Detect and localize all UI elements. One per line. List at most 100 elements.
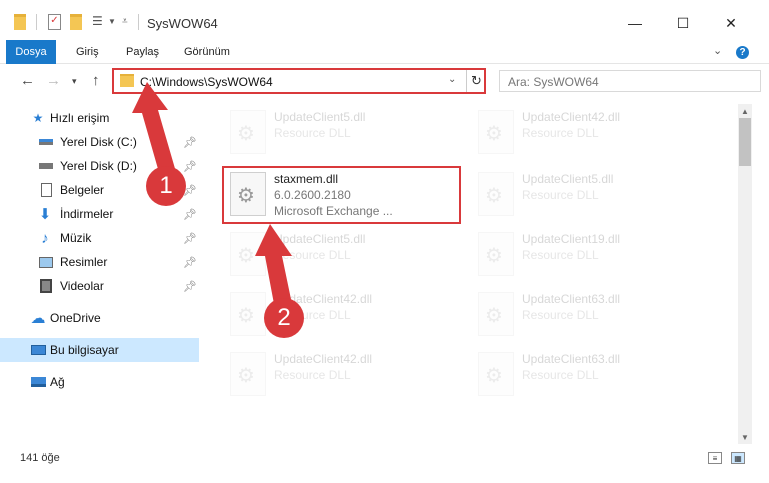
recent-locations-icon[interactable]: ▾	[72, 76, 77, 87]
file-description: Resource DLL	[522, 308, 599, 322]
forward-arrow-icon[interactable]: →	[46, 72, 61, 89]
dll-file-icon: ⚙	[478, 232, 514, 276]
step-2-badge: 2	[264, 298, 304, 338]
drive-icon	[38, 159, 54, 173]
sidebar-item-label: Bu bilgisayar	[50, 343, 119, 357]
file-item[interactable]: ⚙ UpdateClient42.dll Resource DLL	[474, 106, 704, 160]
file-list: ⚙ UpdateClient5.dll Resource DLL ⚙ Updat…	[204, 104, 738, 444]
view-icon[interactable]: ☰	[92, 14, 106, 30]
properties-icon[interactable]: ✓	[48, 14, 61, 30]
file-description: Resource DLL	[274, 368, 351, 382]
tab-home[interactable]: Giriş	[76, 40, 99, 64]
download-icon: ⬇	[38, 206, 52, 223]
pin-icon[interactable]: 📌︎	[183, 280, 197, 293]
up-arrow-icon[interactable]: ↑	[92, 72, 100, 89]
sidebar-item-pictures[interactable]: Resimler 📌︎	[0, 250, 199, 274]
dll-file-icon: ⚙	[478, 172, 514, 216]
sidebar-item-onedrive[interactable]: ☁ OneDrive	[0, 306, 199, 330]
file-item[interactable]: ⚙ UpdateClient5.dll Resource DLL	[226, 106, 456, 160]
file-name: UpdateClient5.dll	[274, 110, 366, 124]
file-name: UpdateClient42.dll	[522, 110, 621, 124]
documents-icon	[38, 183, 54, 197]
pin-icon[interactable]: 📌︎	[183, 208, 197, 221]
file-name: UpdateClient5.dll	[522, 172, 614, 186]
cloud-icon: ☁	[30, 310, 46, 327]
file-item[interactable]: ⚙ UpdateClient5.dll Resource DLL	[226, 228, 456, 282]
pin-icon[interactable]: 📌︎	[183, 160, 197, 173]
tab-view[interactable]: Görünüm	[184, 40, 230, 64]
file-description: Resource DLL	[522, 368, 599, 382]
chevron-down-icon[interactable]: ▼	[108, 14, 118, 30]
large-icons-view-icon[interactable]: ▦	[731, 452, 745, 464]
maximize-button[interactable]: ☐	[660, 8, 706, 38]
sidebar-item-this-pc[interactable]: Bu bilgisayar	[0, 338, 199, 362]
new-folder-icon[interactable]	[70, 14, 82, 30]
sidebar-item-label: Videolar	[60, 279, 104, 293]
pin-icon[interactable]: 📌︎	[183, 232, 197, 245]
help-icon[interactable]: ?	[736, 46, 749, 59]
file-name: UpdateClient42.dll	[274, 352, 373, 366]
file-item[interactable]: ⚙ UpdateClient5.dll Resource DLL	[474, 168, 704, 222]
file-description: Resource DLL	[522, 248, 599, 262]
title-bar: ✓ ☰ ▼ ⩡ SysWOW64 — ☐ ✕	[0, 0, 769, 40]
sidebar-item-label: Belgeler	[60, 183, 105, 197]
sidebar-item-videos[interactable]: Videolar 📌︎	[0, 274, 199, 298]
separator	[36, 14, 37, 30]
file-name: UpdateClient19.dll	[522, 232, 621, 246]
file-description: Resource DLL	[274, 248, 351, 262]
dll-file-icon: ⚙	[230, 292, 266, 336]
address-path[interactable]: C:\Windows\SysWOW64	[140, 75, 273, 89]
network-icon	[30, 375, 46, 389]
ribbon-tabs: Dosya Giriş Paylaş Görünüm ⌄ ?	[0, 40, 769, 64]
address-bar[interactable]: C:\Windows\SysWOW64 ⌄ ↻	[112, 68, 486, 94]
chevron-down-icon[interactable]: ⌄	[448, 74, 456, 85]
sidebar-item-quick-access[interactable]: ★ Hızlı erişim	[0, 106, 199, 130]
scroll-thumb[interactable]	[739, 118, 751, 166]
drive-icon	[38, 135, 54, 149]
sidebar-item-label: Yerel Disk (D:)	[60, 159, 137, 173]
step-1-badge: 1	[146, 166, 186, 206]
close-button[interactable]: ✕	[708, 8, 754, 38]
details-view-icon[interactable]: ≡	[708, 452, 722, 464]
dll-file-icon: ⚙	[478, 292, 514, 336]
sidebar-item-network[interactable]: Ağ	[0, 370, 199, 394]
tab-share[interactable]: Paylaş	[126, 40, 159, 64]
scroll-down-icon[interactable]: ▼	[738, 430, 752, 444]
window-title: SysWOW64	[147, 16, 218, 31]
sidebar-item-label: OneDrive	[50, 311, 101, 325]
customize-toolbar-icon[interactable]: ⩡	[122, 14, 132, 30]
pin-icon[interactable]: 📌︎	[183, 256, 197, 269]
sidebar-item-music[interactable]: ♪ Müzik 📌︎	[0, 226, 199, 250]
video-icon	[38, 279, 54, 293]
file-description: Resource DLL	[522, 188, 599, 202]
item-count: 141 öğe	[20, 452, 60, 464]
file-item[interactable]: ⚙ UpdateClient42.dll Resource DLL	[226, 348, 456, 402]
scroll-up-icon[interactable]: ▲	[738, 104, 752, 118]
dll-file-icon: ⚙	[230, 352, 266, 396]
sidebar-item-label: Resimler	[60, 255, 108, 269]
expand-ribbon-icon[interactable]: ⌄	[713, 44, 722, 57]
sidebar-item-label: Ağ	[50, 375, 65, 389]
file-item[interactable]: ⚙ UpdateClient19.dll Resource DLL	[474, 228, 704, 282]
file-item[interactable]: ⚙ UpdateClient42.dll Resource DLL	[226, 288, 456, 342]
pictures-icon	[38, 255, 54, 269]
tab-file[interactable]: Dosya	[6, 40, 56, 64]
file-name: UpdateClient63.dll	[522, 292, 621, 306]
minimize-button[interactable]: —	[612, 8, 658, 38]
pin-icon[interactable]: 📌︎	[183, 136, 197, 149]
dll-file-icon: ⚙	[478, 110, 514, 154]
back-arrow-icon[interactable]: ←	[20, 72, 35, 89]
search-input[interactable]: Ara: SysWOW64	[499, 70, 761, 92]
sidebar-item-label: İndirmeler	[60, 207, 114, 221]
highlight-box	[222, 166, 461, 224]
vertical-scrollbar[interactable]: ▲ ▼	[738, 104, 752, 444]
refresh-icon[interactable]: ↻	[466, 70, 486, 92]
computer-icon	[30, 343, 46, 357]
file-item[interactable]: ⚙ UpdateClient63.dll Resource DLL	[474, 348, 704, 402]
folder-icon	[14, 14, 26, 30]
file-item[interactable]: ⚙ UpdateClient63.dll Resource DLL	[474, 288, 704, 342]
file-description: Resource DLL	[522, 126, 599, 140]
sidebar-item-local-disk-c[interactable]: Yerel Disk (C:) 📌︎	[0, 130, 199, 154]
file-name: UpdateClient5.dll	[274, 232, 366, 246]
folder-icon	[120, 74, 134, 87]
